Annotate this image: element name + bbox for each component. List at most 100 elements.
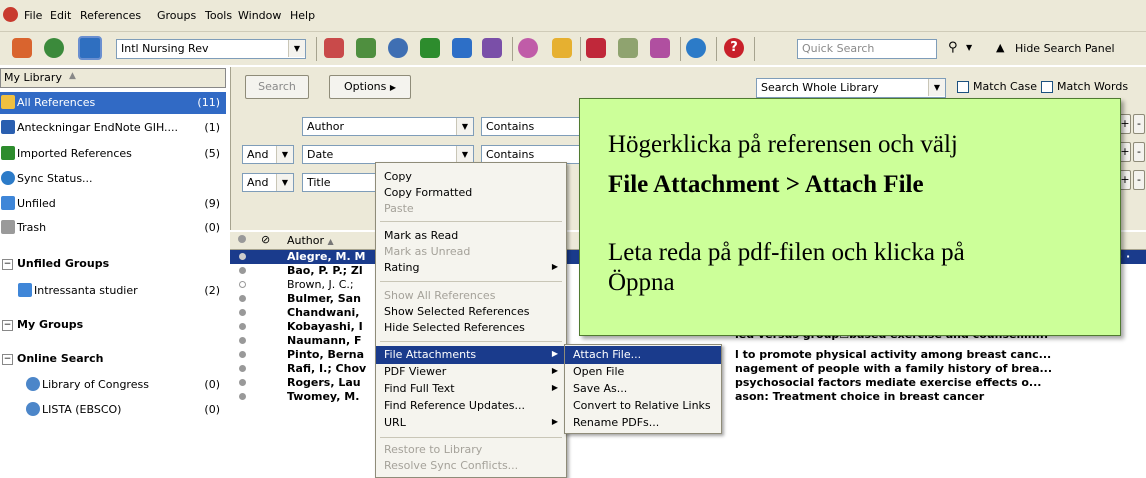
menu-item-hide-selected-references[interactable]: Hide Selected References: [376, 319, 566, 337]
menu-item-file-attachments[interactable]: File Attachments ▶: [376, 346, 566, 364]
menu-references[interactable]: References: [80, 9, 141, 22]
collapse-box-icon[interactable]: −: [2, 319, 13, 331]
chevron-down-icon: ▼: [456, 118, 473, 135]
match-case-checkbox[interactable]: Match Case: [957, 80, 1037, 93]
menu-help[interactable]: Help: [290, 9, 315, 22]
author-column-header[interactable]: Author ▲: [287, 234, 334, 247]
edit-icon[interactable]: [650, 38, 670, 58]
menu-tools[interactable]: Tools: [205, 9, 232, 22]
search-operator-select-1[interactable]: Contains: [481, 117, 581, 136]
menu-item-pdf-viewer[interactable]: PDF Viewer ▶: [376, 363, 566, 381]
menu-item-rating[interactable]: Rating ▶: [376, 259, 566, 277]
menu-groups[interactable]: Groups: [157, 9, 196, 22]
quick-search-input[interactable]: Quick Search: [797, 39, 937, 59]
callout-line-3: Leta reda på pdf-filen och klicka på: [608, 239, 965, 266]
options-button[interactable]: Options ▶: [329, 75, 411, 99]
menu-edit[interactable]: Edit: [50, 9, 71, 22]
menu-item-find-full-text[interactable]: Find Full Text ▶: [376, 380, 566, 398]
boolean-select-3[interactable]: And ▼: [242, 173, 294, 192]
menu-item-save-as[interactable]: Save As...: [565, 380, 721, 398]
unfiled-groups-header[interactable]: − Unfiled Groups: [2, 257, 109, 270]
menu-item-attach-file[interactable]: Attach File...: [565, 346, 721, 364]
search-field-select-3[interactable]: Title: [302, 173, 376, 192]
sidebar-item-label: Unfiled: [17, 197, 56, 210]
read-status-icon: [239, 365, 246, 372]
format-bibliography-icon[interactable]: [356, 38, 376, 58]
read-status-icon: [239, 309, 246, 316]
search-scope-value: Search Whole Library: [761, 81, 879, 94]
sort-asc-icon: ▲: [327, 237, 334, 246]
menu-item-rename-pdfs[interactable]: Rename PDFs...: [565, 414, 721, 432]
online-search-mode-icon[interactable]: [44, 38, 64, 58]
group-header-label: Unfiled Groups: [17, 257, 110, 270]
collapse-box-icon[interactable]: −: [2, 353, 13, 365]
my-groups-header[interactable]: − My Groups: [2, 318, 83, 331]
menu-item-convert-to-relative-links[interactable]: Convert to Relative Links: [565, 397, 721, 415]
unfiled-folder-icon: [1, 196, 15, 210]
open-pdf-icon[interactable]: [586, 38, 606, 58]
sidebar-item-lista-ebsco[interactable]: LISTA (EBSCO) (0): [0, 399, 226, 421]
search-options-chevron-icon[interactable]: ▼: [966, 43, 972, 52]
row-author: Bao, P. P.; Zl: [287, 264, 363, 277]
toolbar-separator: [512, 37, 513, 61]
export-icon[interactable]: [452, 38, 472, 58]
online-search-header[interactable]: − Online Search: [2, 352, 103, 365]
menu-separator: [380, 281, 562, 282]
word-document-icon: [1, 120, 15, 134]
sidebar-item-trash[interactable]: Trash (0): [0, 217, 226, 239]
my-library-header[interactable]: My Library ▲: [0, 68, 226, 88]
sidebar-item-imported-references[interactable]: Imported References (5): [0, 143, 226, 165]
submenu-arrow-icon: ▶: [551, 417, 558, 426]
sidebar-item-unfiled[interactable]: Unfiled (9): [0, 193, 226, 215]
open-folder-icon[interactable]: [552, 38, 572, 58]
magnify-icon[interactable]: [388, 38, 408, 58]
menu-separator: [380, 341, 562, 342]
toolbar-separator: [716, 37, 717, 61]
output-style-select[interactable]: Intl Nursing Rev ▼: [116, 39, 306, 59]
my-library-label: My Library: [4, 71, 62, 84]
sidebar-item-label: Intressanta studier: [34, 284, 138, 297]
collapse-box-icon[interactable]: −: [2, 258, 13, 270]
sidebar-item-sync-status[interactable]: Sync Status...: [0, 168, 226, 190]
sidebar-item-count: (5): [204, 147, 220, 160]
remove-row-button-1[interactable]: -: [1133, 114, 1145, 134]
menu-file[interactable]: File: [24, 9, 42, 22]
menu-window[interactable]: Window: [238, 9, 281, 22]
sidebar-item-label: Library of Congress: [42, 378, 149, 391]
row-author: Bulmer, San: [287, 292, 361, 305]
find-full-text-icon[interactable]: [482, 38, 502, 58]
search-field-select-1[interactable]: Author ▼: [302, 117, 474, 136]
integrated-library-mode-icon[interactable]: [78, 36, 102, 60]
hide-search-panel-button[interactable]: Hide Search Panel: [1015, 42, 1115, 55]
sidebar-item-all-references[interactable]: All References (11): [0, 92, 226, 114]
local-library-mode-icon[interactable]: [12, 38, 32, 58]
read-status-column-icon[interactable]: [238, 235, 246, 243]
row-title: l to promote physical activity among bre…: [735, 348, 1052, 361]
menu-item-find-reference-updates[interactable]: Find Reference Updates...: [376, 397, 566, 415]
menu-item-open-file[interactable]: Open File: [565, 363, 721, 381]
help-icon[interactable]: ?: [724, 38, 744, 58]
match-case-label: Match Case: [973, 80, 1037, 93]
search-icon[interactable]: ⚲: [948, 40, 958, 55]
sync-icon[interactable]: [686, 38, 706, 58]
attachment-column-icon[interactable]: ⊘: [261, 233, 270, 246]
import-icon[interactable]: [420, 38, 440, 58]
group-folder-icon: [18, 283, 32, 297]
match-words-checkbox[interactable]: Match Words: [1041, 80, 1128, 93]
insert-citation-icon[interactable]: [324, 38, 344, 58]
remove-row-button-2[interactable]: -: [1133, 142, 1145, 162]
boolean-select-2[interactable]: And ▼: [242, 145, 294, 164]
sidebar-item-library-of-congress[interactable]: Library of Congress (0): [0, 374, 226, 396]
chevron-down-icon: ▼: [456, 146, 473, 163]
online-search-icon[interactable]: [518, 38, 538, 58]
menu-separator: [380, 437, 562, 438]
toolbar-separator: [680, 37, 681, 61]
search-operator-value: Contains: [486, 148, 535, 161]
search-button[interactable]: Search: [245, 75, 309, 99]
open-link-icon[interactable]: [618, 38, 638, 58]
menu-item-url[interactable]: URL ▶: [376, 414, 566, 432]
search-scope-select[interactable]: Search Whole Library ▼: [756, 78, 946, 98]
sidebar-item-intressanta-studier[interactable]: Intressanta studier (2): [0, 280, 226, 302]
remove-row-button-3[interactable]: -: [1133, 170, 1145, 190]
sidebar-item-anteckningar[interactable]: Anteckningar EndNote GIH.... (1): [0, 117, 226, 139]
